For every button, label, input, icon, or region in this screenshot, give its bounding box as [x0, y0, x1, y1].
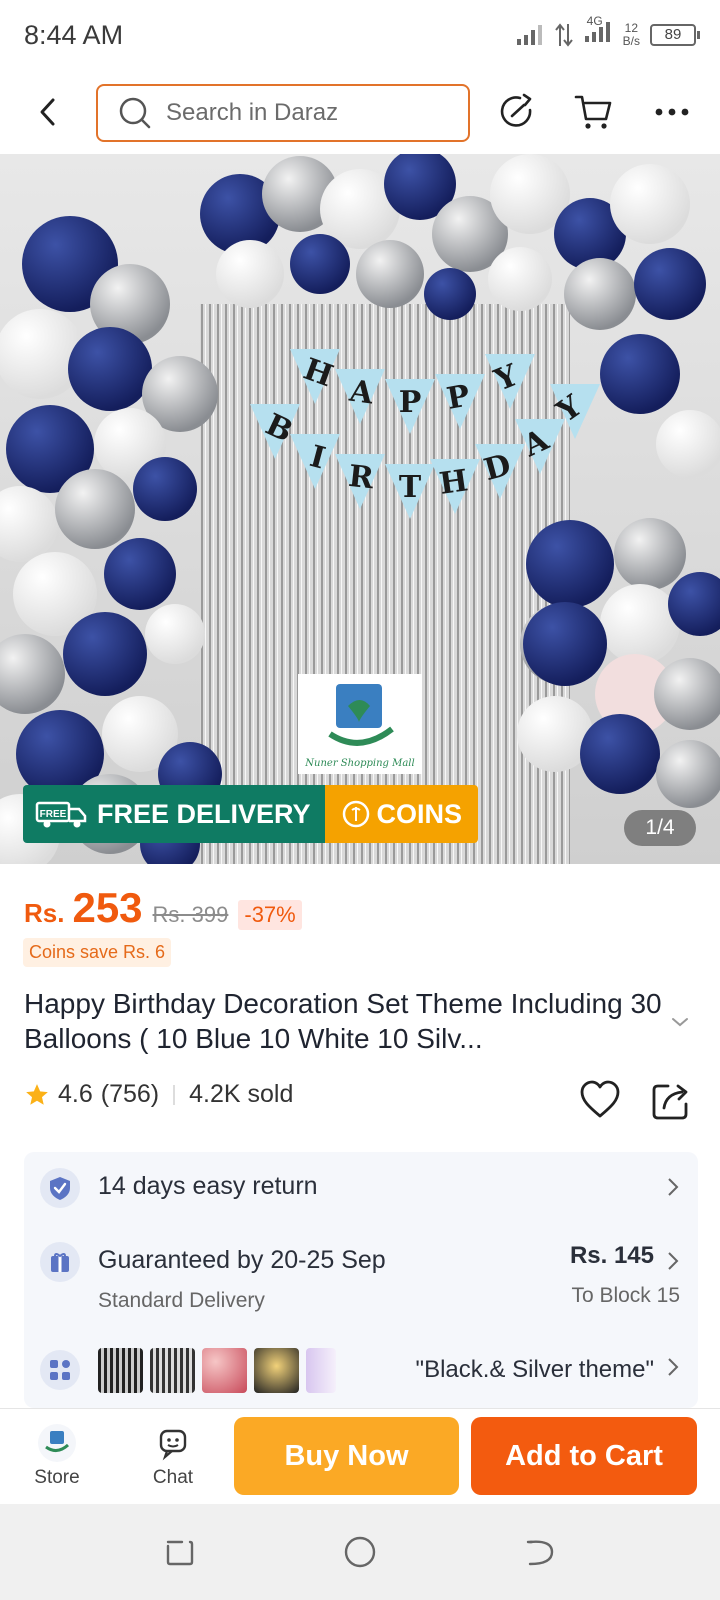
chevron-right-icon [668, 1358, 679, 1376]
price-row: Rs. 253 Rs. 399 -37% [24, 884, 302, 932]
rating-row[interactable]: 4.6 (756) 4.2K sold [24, 1080, 293, 1109]
store-logo-watermark: Nuner Shopping Mall [298, 674, 422, 774]
cart-button[interactable] [572, 90, 616, 134]
variant-name: "Black.& Silver theme" [415, 1356, 654, 1383]
search-input[interactable] [166, 99, 436, 127]
price-currency: Rs. [24, 898, 65, 928]
add-to-cart-button[interactable]: Add to Cart [471, 1417, 697, 1495]
variant-row[interactable]: "Black.& Silver theme" [40, 1348, 680, 1393]
variant-thumbnail[interactable] [98, 1348, 143, 1393]
variant-thumbnail[interactable] [306, 1348, 336, 1393]
delivery-guarantee: Guaranteed by 20-25 Sep [98, 1246, 386, 1274]
back-button[interactable] [28, 92, 68, 132]
back-arrow-icon [40, 98, 55, 126]
heart-icon[interactable] [578, 1078, 622, 1122]
price-value: 253 [72, 884, 143, 931]
variants-grid-icon [40, 1350, 80, 1390]
store-button[interactable]: Store [22, 1423, 92, 1489]
delivery-box-icon [40, 1242, 80, 1282]
info-card: 14 days easy return Guaranteed by 20-25 … [24, 1152, 698, 1408]
cart-icon [574, 95, 612, 129]
more-icon [655, 108, 689, 116]
share-button[interactable] [496, 90, 540, 134]
product-title: Happy Birthday Decoration Set Theme Incl… [24, 988, 662, 1054]
return-text: 14 days easy return [98, 1172, 318, 1200]
buy-now-button[interactable]: Buy Now [234, 1417, 459, 1495]
delivery-row[interactable]: Guaranteed by 20-25 Sep Standard Deliver… [40, 1242, 680, 1313]
data-transfer-icon [554, 22, 573, 47]
chat-button[interactable]: Chat [138, 1423, 208, 1489]
banner-letter: H [437, 463, 470, 502]
signal-icon [516, 24, 542, 45]
delivery-truck-icon: FREE [35, 801, 87, 828]
chevron-down-icon[interactable] [668, 1010, 692, 1034]
variant-thumbnail[interactable] [150, 1348, 195, 1393]
search-icon [119, 97, 151, 129]
image-pager: 1/4 [624, 810, 696, 846]
sold-count: 4.2K sold [189, 1080, 294, 1108]
star-icon [26, 1083, 48, 1105]
coins-label: COINS [376, 798, 463, 829]
review-count: (756) [100, 1080, 160, 1108]
network-speed: 12 B/s [622, 20, 640, 48]
free-delivery-badge: FREE FREE DELIVERY [23, 785, 325, 843]
banner-letter: P [399, 385, 422, 420]
shield-check-icon [40, 1168, 80, 1208]
chat-icon [159, 1429, 187, 1461]
free-tag: FREE [40, 809, 67, 820]
variant-thumbnails [98, 1348, 336, 1393]
share-product-icon[interactable] [650, 1078, 694, 1122]
delivery-location: To Block 15 [571, 1284, 680, 1307]
rating-value: 4.6 [58, 1080, 93, 1108]
delivery-fee: Rs. 145 [569, 1242, 654, 1269]
bottom-action-bar: Store Chat Buy Now Add to Cart [0, 1408, 720, 1504]
variant-thumbnail[interactable] [202, 1348, 247, 1393]
more-button[interactable] [650, 90, 694, 134]
coins-save-badge: Coins save Rs. 6 [23, 938, 172, 967]
system-nav-bar [0, 1504, 720, 1600]
home-icon[interactable] [342, 1534, 378, 1570]
divider [173, 1084, 176, 1105]
store-caption: Nuner Shopping Mall [304, 758, 414, 769]
original-price: Rs. 399 [152, 902, 229, 927]
status-time: 8:44 AM [24, 20, 124, 50]
product-photo: H A P P Y B I R T H D A Y Nuner Shopping… [0, 154, 720, 864]
store-label: Store [34, 1467, 80, 1488]
back-nav-icon[interactable] [522, 1534, 558, 1570]
status-icons: 4G 12 B/s 89 [515, 14, 700, 49]
share-icon [500, 93, 532, 127]
recent-apps-icon[interactable] [162, 1534, 198, 1570]
product-image[interactable]: H A P P Y B I R T H D A Y Nuner Shopping… [0, 154, 720, 864]
banner-letter: R [347, 459, 377, 497]
status-bar: 8:44 AM 4G 12 B/s 89 [0, 0, 720, 74]
delivery-fee-block: Rs. 145 To Block 15 [570, 1242, 680, 1308]
banner-letter: T [399, 470, 422, 505]
network-type: 4G [586, 14, 603, 28]
battery-level: 89 [664, 25, 682, 43]
coin-icon [342, 800, 369, 828]
coins-badge: COINS [324, 785, 479, 843]
free-delivery-label: FREE DELIVERY [97, 798, 311, 829]
chat-label: Chat [152, 1467, 194, 1488]
store-logo-icon [38, 1424, 76, 1462]
return-policy-row[interactable]: 14 days easy return [40, 1168, 680, 1208]
delivery-type: Standard Delivery [98, 1289, 265, 1312]
search-box[interactable] [96, 84, 470, 142]
battery-icon: 89 [650, 23, 700, 46]
promo-badges: FREE FREE DELIVERY COINS [23, 785, 479, 843]
chevron-right-icon [668, 1252, 679, 1270]
variant-thumbnail[interactable] [254, 1348, 299, 1393]
discount-badge: -37% [238, 900, 302, 930]
chevron-right-icon [668, 1178, 679, 1196]
top-header [0, 74, 720, 154]
